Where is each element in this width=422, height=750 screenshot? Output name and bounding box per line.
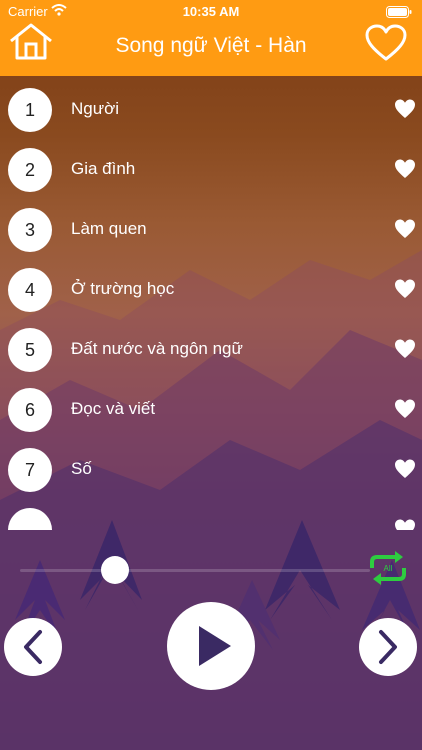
heart-icon[interactable] (394, 278, 416, 300)
status-bar: Carrier 10:35 AM (0, 0, 422, 22)
repeat-all-button[interactable]: All (366, 548, 410, 588)
list-item[interactable]: 7 Số (0, 440, 422, 500)
chevron-left-icon (24, 630, 42, 664)
heart-icon[interactable] (394, 338, 416, 360)
repeat-icon: All (370, 551, 406, 585)
lesson-title: Đọc và viết (71, 399, 156, 418)
list-item[interactable]: 6 Đọc và viết (0, 380, 422, 440)
top-bar: Carrier 10:35 AM Song ngữ Việt - Hàn (0, 0, 422, 76)
chevron-right-icon (379, 630, 397, 664)
lesson-title: Đất nước và ngôn ngữ (71, 339, 243, 358)
lesson-number: 5 (8, 328, 52, 372)
list-item[interactable]: 1 Người (0, 80, 422, 140)
lesson-number (8, 508, 52, 530)
list-item[interactable]: 2 Gia đình (0, 140, 422, 200)
lesson-number: 6 (8, 388, 52, 432)
lesson-number: 7 (8, 448, 52, 492)
lesson-title: Số (71, 459, 92, 478)
play-icon (199, 626, 231, 666)
heart-icon[interactable] (394, 98, 416, 120)
lesson-number: 4 (8, 268, 52, 312)
heart-icon[interactable] (394, 398, 416, 420)
heart-icon[interactable] (394, 518, 416, 530)
lesson-title: Người (71, 99, 120, 118)
lesson-number: 2 (8, 148, 52, 192)
lesson-title: Gia đình (71, 159, 136, 178)
list-item[interactable]: 4 Ở trường học (0, 260, 422, 320)
heart-outline-icon (365, 24, 407, 61)
status-time: 10:35 AM (182, 4, 240, 19)
lesson-title: Làm quen (71, 219, 147, 238)
lesson-list[interactable]: 1 Người 2 Gia đình 3 Làm quen 4 Ở trường… (0, 80, 422, 530)
favorites-button[interactable] (364, 24, 408, 62)
page-title: Song ngữ Việt - Hàn (115, 34, 307, 57)
lesson-number: 1 (8, 88, 52, 132)
previous-button[interactable] (4, 618, 62, 676)
audio-player: All (0, 530, 422, 750)
heart-icon[interactable] (394, 158, 416, 180)
battery-icon (386, 6, 412, 21)
heart-icon[interactable] (394, 458, 416, 480)
progress-track[interactable] (20, 569, 370, 572)
repeat-label: All (384, 564, 393, 573)
lesson-number: 3 (8, 208, 52, 252)
heart-icon[interactable] (394, 218, 416, 240)
list-item[interactable]: 5 Đất nước và ngôn ngữ (0, 320, 422, 380)
list-item[interactable]: 3 Làm quen (0, 200, 422, 260)
next-button[interactable] (359, 618, 417, 676)
list-item[interactable] (0, 500, 422, 530)
lesson-title: Ở trường học (71, 279, 175, 298)
play-button[interactable] (167, 602, 255, 690)
progress-knob[interactable] (100, 556, 129, 584)
